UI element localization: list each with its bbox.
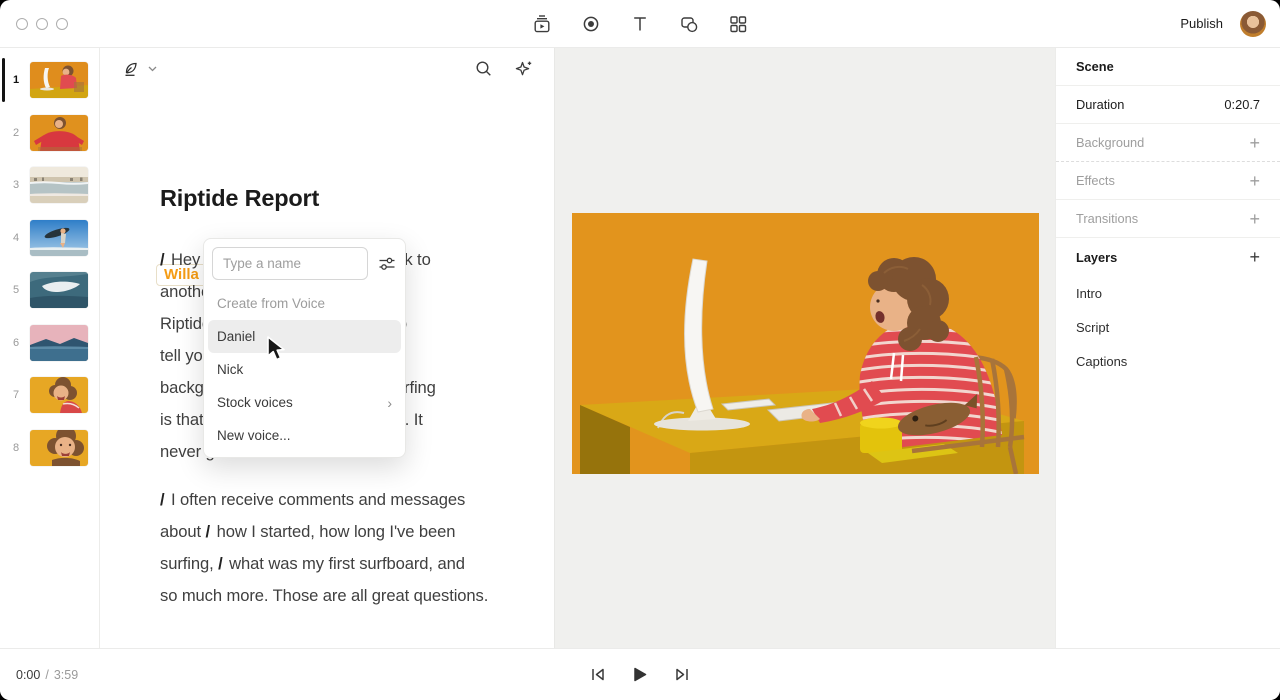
scene-number: 7 bbox=[10, 389, 22, 401]
duration-value: 0:20.7 bbox=[1224, 97, 1260, 112]
scene-item-4[interactable]: 4 bbox=[0, 220, 99, 256]
menu-item-nick[interactable]: Nick bbox=[204, 353, 405, 386]
timecode-display: 0:00 / 3:59 bbox=[16, 668, 78, 682]
scene-item-3[interactable]: 3 bbox=[0, 167, 99, 203]
background-label: Background bbox=[1076, 135, 1144, 150]
account-avatar[interactable] bbox=[1240, 11, 1266, 37]
menu-header-create-from-voice: Create from Voice bbox=[204, 287, 405, 320]
skip-to-start-icon[interactable] bbox=[591, 667, 606, 682]
preview-canvas[interactable] bbox=[554, 48, 1055, 648]
window-minimize-icon[interactable] bbox=[36, 18, 48, 30]
text-icon[interactable] bbox=[629, 13, 651, 35]
scene-number: 5 bbox=[10, 284, 22, 296]
scene-thumbnail bbox=[30, 220, 88, 256]
editor-header bbox=[100, 48, 554, 90]
script-editor: Riptide Report Willa / Hey everyone and … bbox=[100, 48, 554, 648]
scene-number: 8 bbox=[10, 442, 22, 454]
ai-sparkle-icon[interactable] bbox=[514, 60, 533, 79]
duration-row: Duration 0:20.7 bbox=[1056, 86, 1280, 124]
scene-thumbnail bbox=[30, 377, 88, 413]
playback-controls bbox=[591, 667, 690, 682]
inspector-section-title: Scene bbox=[1056, 48, 1280, 86]
scene-thumbnail bbox=[30, 272, 88, 308]
app-window: Publish 1 2 3 bbox=[0, 0, 1280, 700]
scene-thumbnail bbox=[30, 115, 88, 151]
window-zoom-icon[interactable] bbox=[56, 18, 68, 30]
transitions-row[interactable]: Transitions + bbox=[1056, 200, 1280, 238]
scene-item-7[interactable]: 7 bbox=[0, 377, 99, 413]
transport-bar: 0:00 / 3:59 bbox=[0, 648, 1280, 700]
scene-number: 2 bbox=[10, 127, 22, 139]
scene-thumbnail bbox=[30, 325, 88, 361]
duration-label: Duration bbox=[1076, 97, 1124, 112]
voice-name-input[interactable] bbox=[212, 247, 368, 280]
layer-item-captions[interactable]: Captions bbox=[1056, 344, 1280, 378]
search-icon[interactable] bbox=[475, 60, 493, 78]
effects-label: Effects bbox=[1076, 173, 1115, 188]
quill-pen-icon bbox=[122, 60, 141, 79]
transitions-label: Transitions bbox=[1076, 211, 1138, 226]
scene-item-1[interactable]: 1 bbox=[0, 62, 99, 98]
scene-list: 1 2 3 4 bbox=[0, 48, 100, 648]
background-row[interactable]: Background + bbox=[1056, 124, 1280, 162]
transcript-paragraph[interactable]: / I often receive comments and messagesa… bbox=[160, 484, 488, 612]
add-transition-icon[interactable]: + bbox=[1249, 210, 1260, 228]
scene-item-6[interactable]: 6 bbox=[0, 325, 99, 361]
write-tool-menu[interactable] bbox=[122, 60, 157, 79]
total-time: 3:59 bbox=[54, 668, 78, 682]
layer-item-intro[interactable]: Intro bbox=[1056, 276, 1280, 310]
main-toolbar bbox=[531, 0, 749, 48]
window-close-icon[interactable] bbox=[16, 18, 28, 30]
scene-number: 4 bbox=[10, 232, 22, 244]
video-preview[interactable] bbox=[572, 213, 1039, 474]
scene-item-2[interactable]: 2 bbox=[0, 115, 99, 151]
publish-button[interactable]: Publish bbox=[1180, 16, 1223, 31]
play-icon[interactable] bbox=[633, 667, 648, 682]
window-controls[interactable] bbox=[16, 18, 68, 30]
voice-settings-sliders-icon[interactable] bbox=[378, 255, 396, 273]
menu-item-label: Stock voices bbox=[217, 395, 293, 410]
scene-thumbnail bbox=[30, 62, 88, 98]
speaker-voice-menu: Create from Voice Daniel Nick Stock voic… bbox=[203, 238, 406, 458]
scene-inspector: Scene Duration 0:20.7 Background + Effec… bbox=[1055, 48, 1280, 648]
scene-thumbnail bbox=[30, 167, 88, 203]
record-icon[interactable] bbox=[580, 13, 602, 35]
scene-item-5[interactable]: 5 bbox=[0, 272, 99, 308]
scene-number: 6 bbox=[10, 337, 22, 349]
skip-to-end-icon[interactable] bbox=[675, 667, 690, 682]
menu-item-new-voice[interactable]: New voice... bbox=[204, 419, 405, 452]
active-scene-indicator bbox=[2, 58, 5, 102]
chevron-down-icon bbox=[148, 66, 157, 72]
scene-thumbnail bbox=[30, 430, 88, 466]
shapes-icon[interactable] bbox=[678, 13, 700, 35]
layouts-grid-icon[interactable] bbox=[727, 13, 749, 35]
menu-item-daniel[interactable]: Daniel bbox=[208, 320, 401, 353]
layers-label: Layers bbox=[1076, 250, 1117, 265]
title-bar: Publish bbox=[0, 0, 1280, 48]
chevron-right-icon: › bbox=[387, 395, 392, 411]
scene-item-8[interactable]: 8 bbox=[0, 430, 99, 466]
add-media-icon[interactable] bbox=[531, 13, 553, 35]
scene-number: 3 bbox=[10, 179, 22, 191]
add-layer-icon[interactable]: + bbox=[1249, 248, 1260, 266]
current-time: 0:00 bbox=[16, 668, 40, 682]
document-title[interactable]: Riptide Report bbox=[160, 185, 319, 212]
scene-number: 1 bbox=[10, 74, 22, 86]
effects-row[interactable]: Effects + bbox=[1056, 162, 1280, 200]
add-background-icon[interactable]: + bbox=[1249, 134, 1260, 152]
menu-item-stock-voices[interactable]: Stock voices › bbox=[204, 386, 405, 419]
layer-item-script[interactable]: Script bbox=[1056, 310, 1280, 344]
add-effect-icon[interactable]: + bbox=[1249, 172, 1260, 190]
layers-row[interactable]: Layers + bbox=[1056, 238, 1280, 276]
